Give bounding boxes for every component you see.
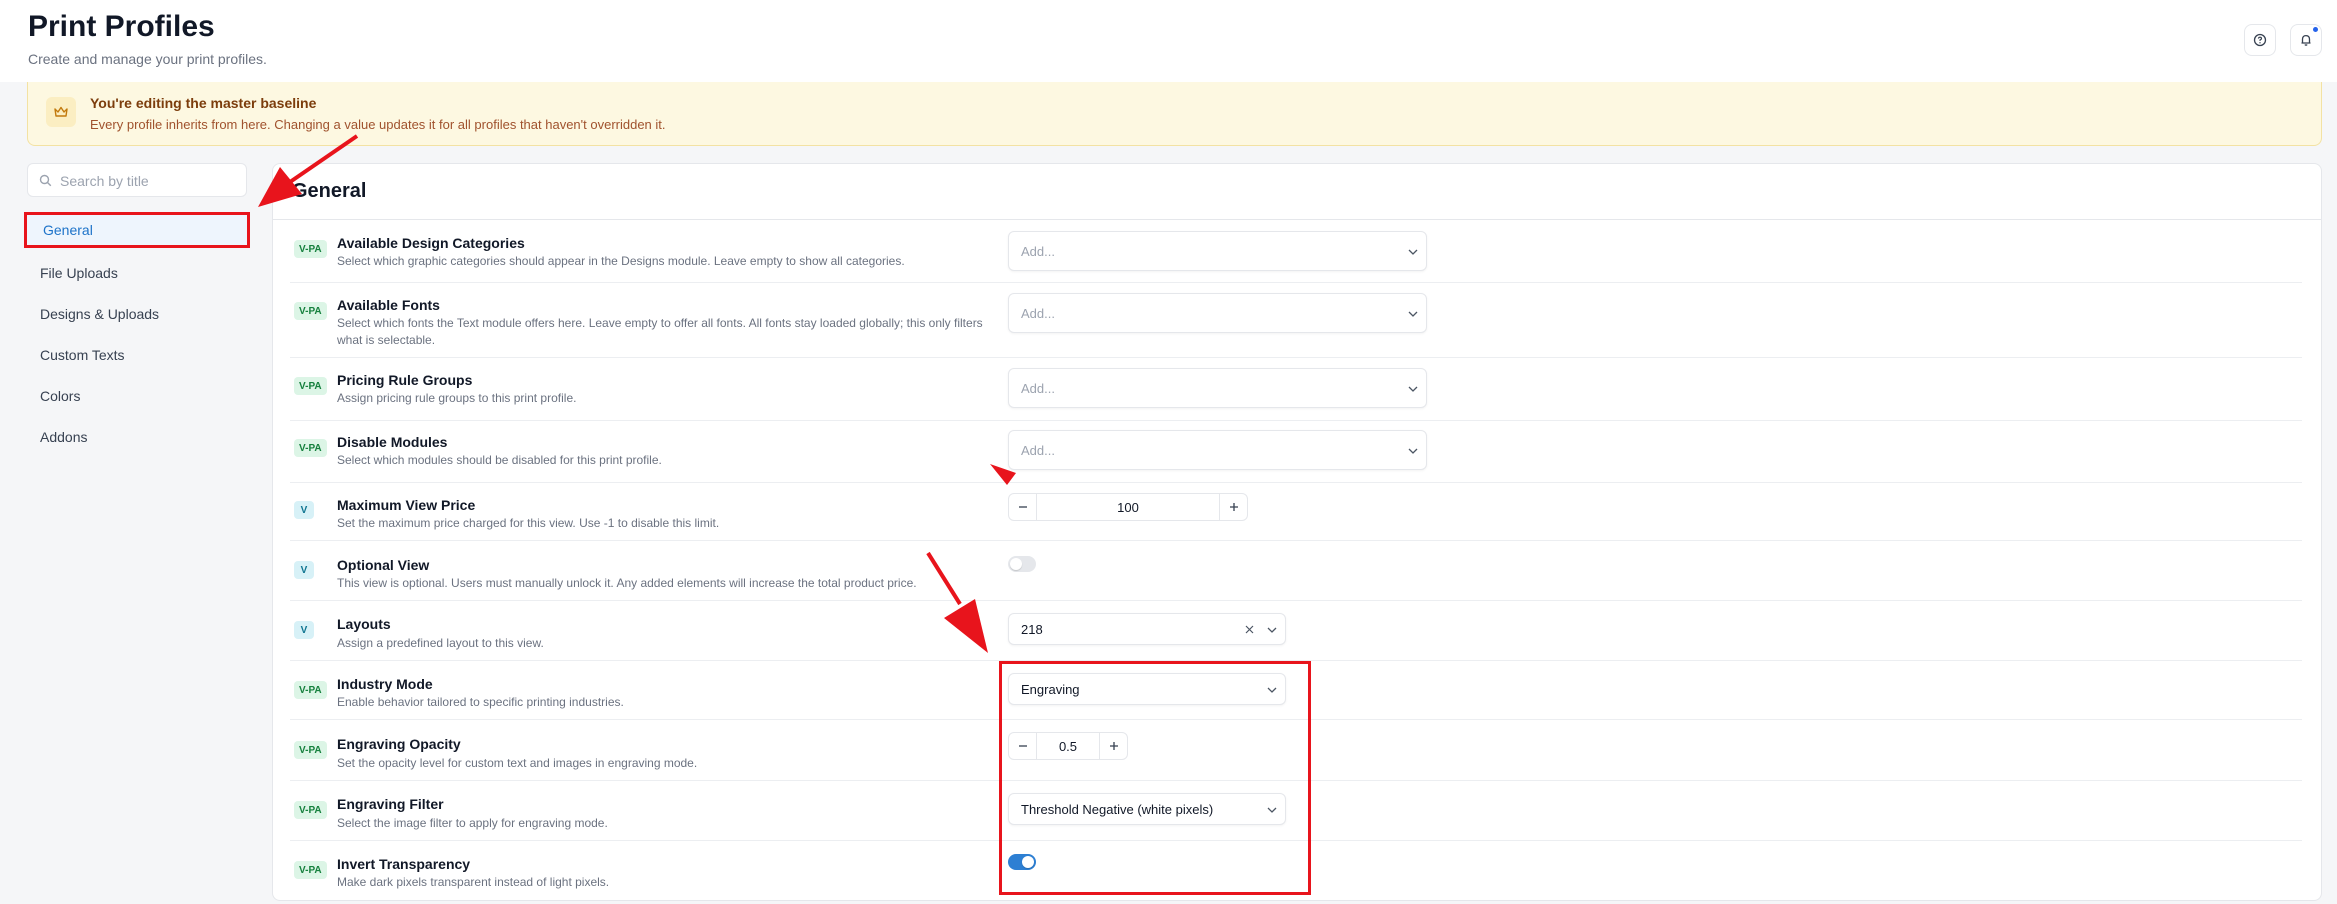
setting-desc-pricing-rule-groups: Assign pricing rule groups to this print…	[337, 391, 577, 405]
setting-label-invert-transparency: Invert Transparency	[337, 856, 471, 872]
sidebar-item-file-uploads[interactable]: File Uploads	[24, 255, 250, 291]
sidebar-item-designs-uploads[interactable]: Designs & Uploads	[24, 296, 250, 332]
master-baseline-banner: You're editing the master baseline Every…	[27, 82, 2322, 146]
available-fonts-select[interactable]: Add...	[1008, 293, 1427, 333]
row-divider	[290, 357, 2302, 358]
disable-modules-select[interactable]: Add...	[1008, 430, 1427, 470]
select-placeholder: Add...	[1021, 381, 1055, 396]
setting-desc-optional-view: This view is optional. Users must manual…	[337, 576, 917, 590]
search-icon	[39, 174, 52, 187]
setting-label-available-fonts: Available Fonts	[337, 297, 440, 313]
row-divider	[290, 600, 2302, 601]
chevron-down-icon	[1408, 249, 1418, 255]
setting-label-disable-modules: Disable Modules	[337, 434, 448, 450]
setting-desc-invert-transparency: Make dark pixels transparent instead of …	[337, 875, 610, 889]
crown-icon-box	[46, 97, 76, 127]
scope-badge: V-PA	[294, 801, 327, 819]
help-circle-icon	[2253, 33, 2267, 47]
pricing-rule-groups-select[interactable]: Add...	[1008, 368, 1427, 408]
layouts-select[interactable]: 218	[1008, 613, 1286, 645]
setting-desc-industry-mode: Enable behavior tailored to specific pri…	[337, 695, 624, 709]
row-divider	[290, 482, 2302, 483]
sidebar-search[interactable]	[27, 163, 247, 197]
chevron-down-icon	[1408, 386, 1418, 392]
setting-label-max-view-price: Maximum View Price	[337, 497, 476, 513]
setting-label-engraving-filter: Engraving Filter	[337, 796, 444, 812]
bell-icon	[2301, 34, 2311, 46]
notifications-button[interactable]	[2290, 24, 2322, 56]
page-header: Print Profiles Create and manage your pr…	[0, 0, 2337, 82]
page-subtitle: Create and manage your print profiles.	[28, 51, 267, 67]
select-placeholder: Add...	[1021, 244, 1055, 259]
search-input[interactable]	[60, 170, 240, 192]
annotation-highlight-box	[999, 661, 1311, 895]
setting-desc-layouts: Assign a predefined layout to this view.	[337, 636, 544, 650]
select-placeholder: Add...	[1021, 306, 1055, 321]
minus-icon	[1018, 506, 1027, 508]
notification-dot	[2313, 27, 2318, 32]
scope-badge: V-PA	[294, 741, 327, 759]
setting-label-design-categories: Available Design Categories	[337, 235, 525, 251]
chevron-down-icon	[1408, 448, 1418, 454]
sidebar-item-general[interactable]: General	[24, 212, 250, 248]
scope-badge: V	[294, 501, 314, 519]
design-categories-select[interactable]: Add...	[1008, 231, 1427, 271]
toggle-knob	[1010, 558, 1022, 570]
setting-desc-disable-modules: Select which modules should be disabled …	[337, 453, 662, 467]
row-divider	[290, 540, 2302, 541]
increment-button[interactable]	[1220, 494, 1247, 520]
page-title: Print Profiles	[28, 10, 215, 43]
section-title: General	[292, 180, 367, 202]
scope-badge: V-PA	[294, 681, 327, 699]
chevron-down-icon	[1267, 627, 1277, 633]
setting-desc-max-view-price: Set the maximum price charged for this v…	[337, 516, 720, 530]
scope-badge: V-PA	[294, 377, 327, 395]
sidebar-item-custom-texts[interactable]: Custom Texts	[24, 337, 250, 373]
row-divider	[290, 282, 2302, 283]
crown-icon	[54, 106, 68, 117]
close-icon[interactable]	[1245, 625, 1254, 634]
setting-desc-available-fonts: Select which fonts the Text module offer…	[337, 316, 983, 347]
scope-badge: V-PA	[294, 439, 327, 457]
select-value: 218	[1021, 622, 1043, 637]
help-button[interactable]	[2244, 24, 2276, 56]
scope-badge: V-PA	[294, 302, 327, 320]
setting-label-engraving-opacity: Engraving Opacity	[337, 736, 461, 752]
scope-badge: V	[294, 561, 314, 579]
setting-label-optional-view: Optional View	[337, 557, 430, 573]
banner-title: You're editing the master baseline	[90, 95, 317, 111]
decrement-button[interactable]	[1009, 494, 1036, 520]
sidebar-item-addons[interactable]: Addons	[24, 419, 250, 455]
sidebar-item-colors[interactable]: Colors	[24, 378, 250, 414]
stepper-value[interactable]: 100	[1036, 494, 1220, 520]
setting-desc-engraving-filter: Select the image filter to apply for eng…	[337, 816, 608, 830]
scope-badge: V	[294, 621, 314, 639]
select-placeholder: Add...	[1021, 443, 1055, 458]
setting-desc-engraving-opacity: Set the opacity level for custom text an…	[337, 756, 698, 770]
max-view-price-stepper[interactable]: 100	[1008, 493, 1248, 521]
scope-badge: V-PA	[294, 240, 327, 258]
setting-desc-design-categories: Select which graphic categories should a…	[337, 254, 905, 268]
row-divider	[290, 420, 2302, 421]
setting-label-industry-mode: Industry Mode	[337, 676, 433, 692]
optional-view-toggle[interactable]	[1008, 556, 1036, 572]
chevron-down-icon	[1408, 311, 1418, 317]
plus-icon	[1229, 503, 1238, 511]
section-divider	[272, 219, 2322, 220]
banner-text: Every profile inherits from here. Changi…	[90, 117, 666, 132]
setting-label-pricing-rule-groups: Pricing Rule Groups	[337, 372, 473, 388]
scope-badge: V-PA	[294, 861, 327, 879]
setting-label-layouts: Layouts	[337, 616, 391, 632]
